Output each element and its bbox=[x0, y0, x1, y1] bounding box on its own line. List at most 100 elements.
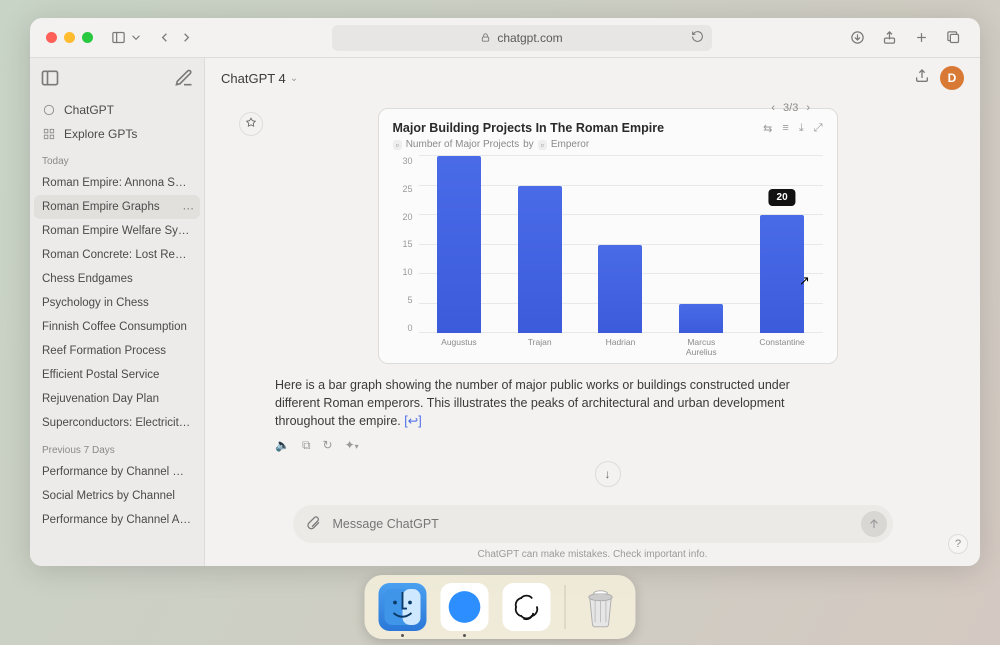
dock-separator bbox=[565, 585, 566, 629]
chat-history-item[interactable]: Social Metrics by Channel bbox=[30, 484, 204, 508]
x-tick-label: Marcus Aurelius bbox=[671, 337, 731, 351]
address-bar[interactable]: chatgpt.com bbox=[332, 25, 712, 51]
metric-tag-icon: ▫ bbox=[393, 140, 402, 150]
bar-trajan[interactable] bbox=[518, 186, 562, 334]
close-window-button[interactable] bbox=[46, 32, 57, 43]
chart-subhead: ▫ Number of Major Projects by ▫ Emperor bbox=[393, 139, 823, 150]
x-tick-label: Trajan bbox=[510, 337, 570, 351]
copy-icon[interactable]: ⧉ bbox=[302, 438, 311, 453]
chat-history-item[interactable]: Performance by Channel Chart bbox=[30, 460, 204, 484]
browser-window: chatgpt.com bbox=[30, 18, 980, 566]
expand-icon[interactable]: ⤢ bbox=[814, 122, 823, 135]
back-button[interactable] bbox=[153, 27, 175, 49]
sidebar-item-label: ChatGPT bbox=[64, 103, 114, 117]
regenerate-icon[interactable]: ↻ bbox=[323, 438, 333, 453]
chat-history-item[interactable]: Psychology in Chess bbox=[30, 291, 204, 315]
sidebar-item-chatgpt[interactable]: ChatGPT bbox=[30, 98, 204, 122]
bar-chart: 302520151050 20 ↖ Augustus Trajan Hadrian Ma… bbox=[393, 156, 823, 351]
new-chat-icon[interactable] bbox=[174, 68, 194, 88]
main-area: ChatGPT 4 ⌄ D ‹ 3/3 › bbox=[205, 58, 980, 566]
grid-icon bbox=[42, 127, 56, 141]
dock-safari[interactable] bbox=[441, 583, 489, 631]
send-button[interactable] bbox=[861, 511, 887, 537]
new-tab-icon[interactable] bbox=[910, 27, 932, 49]
sidebar-item-label: Explore GPTs bbox=[64, 127, 137, 141]
pager-count: 3/3 bbox=[783, 102, 798, 114]
bar-hadrian[interactable] bbox=[598, 245, 642, 334]
chatgpt-logo-icon bbox=[42, 103, 56, 117]
chevron-down-icon: ⌄ bbox=[290, 73, 298, 84]
chat-history-item[interactable]: Roman Concrete: Lost Recipe bbox=[30, 243, 204, 267]
chat-history-item[interactable]: Performance by Channel Analysi… bbox=[30, 508, 204, 532]
chat-history-item[interactable]: Superconductors: Electricity Rol… bbox=[30, 411, 204, 435]
chat-history-item[interactable]: Roman Empire Welfare System bbox=[30, 219, 204, 243]
sidebar-toggle-icon[interactable] bbox=[107, 27, 129, 49]
composer bbox=[293, 505, 893, 543]
dock-trash[interactable] bbox=[580, 583, 622, 631]
tabs-overview-icon[interactable] bbox=[942, 27, 964, 49]
minimize-window-button[interactable] bbox=[64, 32, 75, 43]
y-axis: 302520151050 bbox=[393, 156, 413, 351]
share-chat-icon[interactable] bbox=[914, 68, 930, 89]
chat-history-item[interactable]: Reef Formation Process bbox=[30, 339, 204, 363]
chart-card: Major Building Projects In The Roman Emp… bbox=[378, 108, 838, 364]
chart-title: Major Building Projects In The Roman Emp… bbox=[393, 121, 665, 135]
assistant-paragraph: Here is a bar graph showing the number o… bbox=[275, 376, 795, 430]
bar-augustus[interactable] bbox=[437, 156, 481, 333]
chart-action-icon[interactable]: ⇆ bbox=[763, 122, 772, 135]
more-actions-icon[interactable]: ✦▾ bbox=[345, 438, 359, 453]
sidebar-section-prev7: Previous 7 Days bbox=[30, 435, 204, 460]
reference-link[interactable]: [↩︎] bbox=[404, 414, 421, 428]
assistant-message: Major Building Projects In The Roman Emp… bbox=[239, 108, 940, 487]
share-icon[interactable] bbox=[878, 27, 900, 49]
x-tick-label: Augustus bbox=[429, 337, 489, 351]
maximize-window-button[interactable] bbox=[82, 32, 93, 43]
read-aloud-icon[interactable]: 🔈 bbox=[275, 438, 290, 453]
disclaimer: ChatGPT can make mistakes. Check importa… bbox=[205, 549, 980, 566]
chat-history-item-active[interactable]: Roman Empire Graphs bbox=[34, 195, 200, 219]
window-controls bbox=[46, 32, 93, 43]
chat-history-item[interactable]: Finnish Coffee Consumption bbox=[30, 315, 204, 339]
x-tick-label: Hadrian bbox=[590, 337, 650, 351]
message-actions: 🔈 ⧉ ↻ ✦▾ bbox=[275, 438, 940, 453]
chart-bars: 20 ↖ bbox=[419, 156, 823, 333]
pager-prev[interactable]: ‹ bbox=[771, 102, 775, 114]
reload-button[interactable] bbox=[691, 30, 704, 46]
scroll-to-bottom-button[interactable]: ↓ bbox=[595, 461, 621, 487]
collapse-sidebar-icon[interactable] bbox=[40, 68, 60, 88]
attach-icon[interactable] bbox=[305, 514, 321, 535]
chart-action-icon[interactable]: ≡ bbox=[782, 122, 788, 135]
user-avatar[interactable]: D bbox=[940, 66, 964, 90]
chat-history-item[interactable]: Roman Empire: Annona Social W… bbox=[30, 171, 204, 195]
bar-marcus-aurelius[interactable] bbox=[679, 304, 723, 334]
help-button[interactable]: ? bbox=[948, 534, 968, 554]
chat-history-item[interactable]: Efficient Postal Service bbox=[30, 363, 204, 387]
dock bbox=[365, 575, 636, 639]
model-name: ChatGPT 4 bbox=[221, 71, 286, 86]
message-input[interactable] bbox=[331, 516, 851, 532]
x-tick-label: Constantine bbox=[752, 337, 812, 351]
bar-constantine[interactable]: 20↖ bbox=[760, 215, 804, 333]
model-selector[interactable]: ChatGPT 4 ⌄ bbox=[221, 71, 298, 86]
lock-icon bbox=[480, 32, 491, 43]
downloads-icon[interactable] bbox=[846, 27, 868, 49]
pager-next[interactable]: › bbox=[806, 102, 810, 114]
sidebar-section-today: Today bbox=[30, 146, 204, 171]
download-icon[interactable]: ⤓ bbox=[799, 122, 804, 135]
dock-chatgpt[interactable] bbox=[503, 583, 551, 631]
group-tag-icon: ▫ bbox=[538, 140, 547, 150]
sidebar: ChatGPT Explore GPTs Today Roman Empire:… bbox=[30, 58, 205, 566]
message-pager: ‹ 3/3 › bbox=[771, 102, 810, 114]
cursor-icon: ↖ bbox=[799, 273, 810, 289]
titlebar: chatgpt.com bbox=[30, 18, 980, 58]
chart-tooltip: 20 bbox=[769, 189, 796, 206]
url-host: chatgpt.com bbox=[497, 31, 562, 45]
chevron-down-icon[interactable] bbox=[129, 27, 143, 49]
assistant-avatar-icon bbox=[239, 112, 263, 136]
chat-history-item[interactable]: Chess Endgames bbox=[30, 267, 204, 291]
chat-history-item[interactable]: Rejuvenation Day Plan bbox=[30, 387, 204, 411]
dock-finder[interactable] bbox=[379, 583, 427, 631]
x-axis-labels: Augustus Trajan Hadrian Marcus Aurelius Cons… bbox=[419, 337, 823, 351]
sidebar-item-explore[interactable]: Explore GPTs bbox=[30, 122, 204, 146]
forward-button[interactable] bbox=[175, 27, 197, 49]
